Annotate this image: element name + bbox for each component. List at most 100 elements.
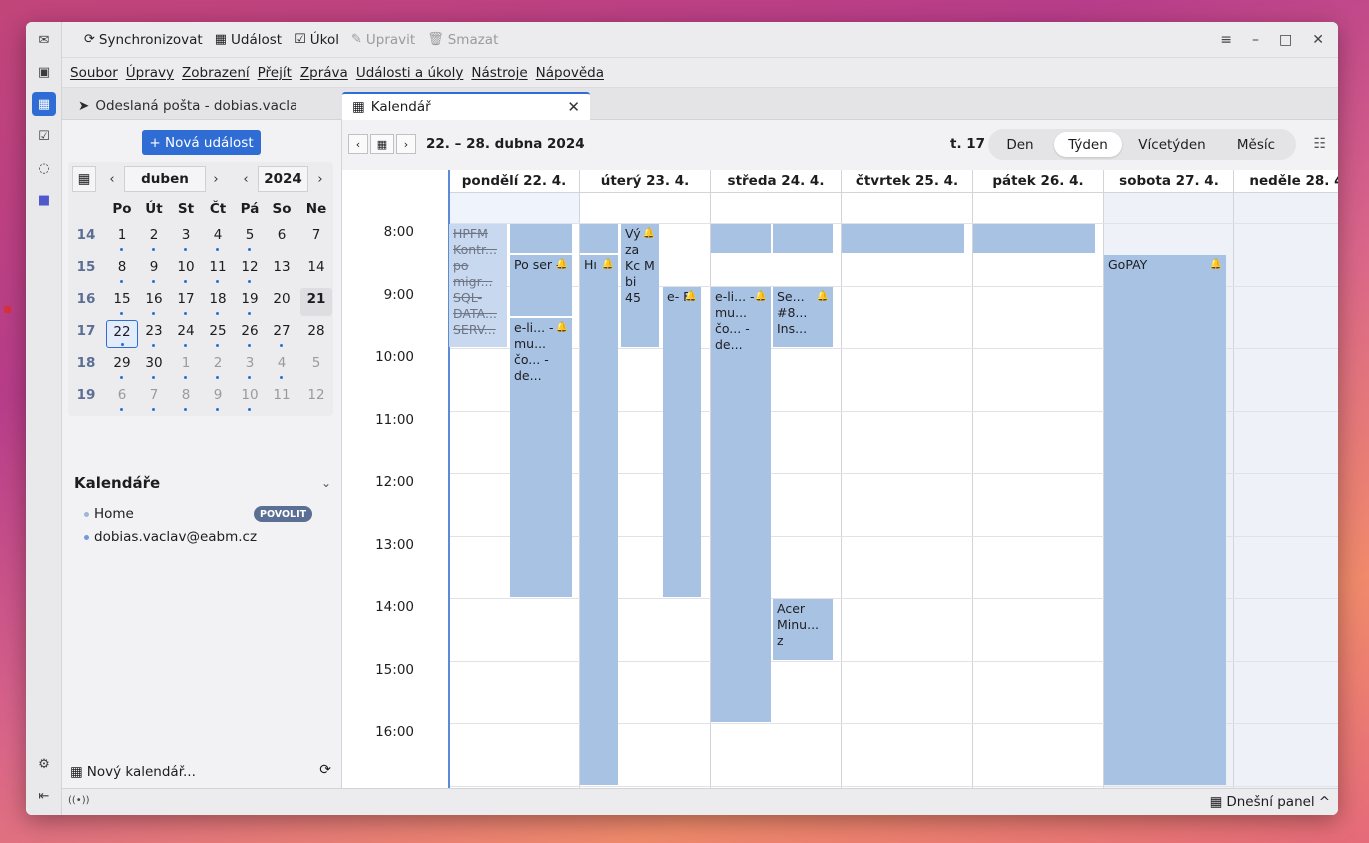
year-label[interactable]: 2024 bbox=[258, 166, 308, 192]
week-number-cell[interactable]: 16 bbox=[70, 288, 102, 316]
day-cell[interactable]: 30 bbox=[138, 352, 170, 380]
day-cell[interactable]: 8 bbox=[170, 384, 202, 412]
day-cell[interactable]: 15 bbox=[106, 288, 138, 316]
calendar-event[interactable]: Acer Minu... z bbox=[773, 599, 833, 660]
week-number-cell[interactable]: 19 bbox=[70, 384, 102, 412]
prev-month-icon[interactable]: ‹ bbox=[102, 166, 122, 192]
allday-cell[interactable] bbox=[710, 193, 841, 224]
day-cell[interactable]: 2 bbox=[138, 224, 170, 252]
day-cell[interactable]: 16 bbox=[138, 288, 170, 316]
settings-icon[interactable]: ⚙ bbox=[32, 752, 56, 776]
menu-tools[interactable]: Nástroje bbox=[471, 65, 527, 81]
day-header[interactable]: sobota 27. 4. bbox=[1103, 170, 1234, 193]
prev-week-icon[interactable]: ‹ bbox=[348, 134, 368, 154]
new-event-toolbar-button[interactable]: ▦ Událost bbox=[215, 32, 282, 48]
day-header[interactable]: pátek 26. 4. bbox=[972, 170, 1103, 193]
menu-go[interactable]: Přejít bbox=[258, 65, 292, 81]
day-cell[interactable]: 12 bbox=[300, 384, 332, 412]
calendar-event[interactable] bbox=[711, 224, 771, 253]
address-book-icon[interactable]: ▣ bbox=[32, 60, 56, 84]
calendar-event[interactable] bbox=[773, 224, 833, 253]
day-header[interactable]: pondělí 22. 4. bbox=[448, 170, 579, 193]
new-task-toolbar-button[interactable]: ☑ Úkol bbox=[294, 32, 339, 48]
week-number-cell[interactable]: 15 bbox=[70, 256, 102, 284]
day-cell[interactable]: 6 bbox=[106, 384, 138, 412]
day-cell[interactable]: 17 bbox=[170, 288, 202, 316]
day-cell[interactable]: 7 bbox=[138, 384, 170, 412]
calendar-event[interactable] bbox=[842, 224, 964, 253]
allday-cell[interactable] bbox=[972, 193, 1103, 224]
day-cell[interactable]: 1 bbox=[106, 224, 138, 252]
day-cell[interactable]: 5 bbox=[234, 224, 266, 252]
new-calendar-button[interactable]: ▦ Nový kalendář... bbox=[70, 764, 196, 780]
calendar-dobias[interactable]: dobias.vaclav@eabm.cz bbox=[84, 529, 257, 545]
collapse-icon[interactable]: ⇤ bbox=[32, 784, 56, 808]
sync-button[interactable]: ⟳ Synchronizovat bbox=[84, 32, 203, 48]
tab-calendar[interactable]: ▦ Kalendář ✕ bbox=[342, 92, 590, 120]
day-cell[interactable]: 3 bbox=[234, 352, 266, 380]
next-month-icon[interactable]: › bbox=[206, 166, 226, 192]
app-menu-icon[interactable]: ≡ bbox=[1220, 32, 1232, 48]
allday-cell[interactable] bbox=[579, 193, 710, 224]
day-cell[interactable]: 11 bbox=[266, 384, 298, 412]
menu-message[interactable]: Zpráva bbox=[300, 65, 348, 81]
view-options-icon[interactable]: ☷ bbox=[1313, 136, 1326, 152]
calendar-event[interactable] bbox=[580, 224, 618, 253]
day-cell[interactable]: 8 bbox=[106, 256, 138, 284]
week-number-cell[interactable]: 14 bbox=[70, 224, 102, 252]
minimize-icon[interactable]: – bbox=[1252, 32, 1259, 48]
day-cell[interactable]: 9 bbox=[202, 384, 234, 412]
calendar-event[interactable]: GoPAY 🔔 bbox=[1104, 255, 1226, 785]
day-header[interactable]: úterý 23. 4. bbox=[579, 170, 710, 193]
calendar-event[interactable]: e-li... - mu... čo... - de... 🔔 bbox=[711, 287, 771, 722]
calendar-event[interactable] bbox=[973, 224, 1095, 253]
day-cell[interactable]: 20 bbox=[266, 288, 298, 316]
week-number-cell[interactable]: 17 bbox=[70, 320, 102, 348]
next-week-icon[interactable]: › bbox=[396, 134, 416, 154]
view-day[interactable]: Den bbox=[992, 132, 1048, 157]
day-column[interactable] bbox=[841, 224, 972, 788]
week-number-cell[interactable]: 18 bbox=[70, 352, 102, 380]
today-panel-toggle[interactable]: ▦ Dnešní panel ^ bbox=[1210, 794, 1330, 810]
day-column[interactable] bbox=[972, 224, 1103, 788]
edit-button[interactable]: ✎ Upravit bbox=[351, 32, 415, 48]
close-tab-icon[interactable]: ✕ bbox=[567, 98, 580, 116]
today-button-icon[interactable]: ▦ bbox=[370, 134, 394, 154]
teams-icon[interactable]: ■ bbox=[32, 188, 56, 212]
day-cell[interactable]: 26 bbox=[234, 320, 266, 348]
day-cell[interactable]: 2 bbox=[202, 352, 234, 380]
tasks-icon[interactable]: ☑ bbox=[32, 124, 56, 148]
prev-year-icon[interactable]: ‹ bbox=[236, 166, 256, 192]
close-window-icon[interactable]: ✕ bbox=[1312, 32, 1324, 48]
day-cell[interactable]: 21 bbox=[300, 288, 332, 316]
today-icon[interactable]: ▦ bbox=[72, 166, 96, 192]
calendar-event[interactable]: Se... #8... Ins... 🔔 bbox=[773, 287, 833, 347]
allday-cell[interactable] bbox=[448, 193, 579, 224]
refresh-icon[interactable]: ⟳ bbox=[319, 762, 331, 778]
day-cell[interactable]: 18 bbox=[202, 288, 234, 316]
day-header[interactable]: čtvrtek 25. 4. bbox=[841, 170, 972, 193]
view-multiweek[interactable]: Vícetýden bbox=[1128, 132, 1216, 157]
calendar-event[interactable] bbox=[510, 224, 572, 253]
calendar-home[interactable]: Home bbox=[84, 506, 134, 522]
day-cell[interactable]: 4 bbox=[202, 224, 234, 252]
maximize-icon[interactable]: □ bbox=[1279, 32, 1292, 48]
day-header[interactable]: neděle 28. 4. bbox=[1233, 170, 1338, 193]
day-cell[interactable]: 5 bbox=[300, 352, 332, 380]
mail-icon[interactable]: ✉ bbox=[32, 28, 56, 52]
day-cell[interactable]: 7 bbox=[300, 224, 332, 252]
allday-cell[interactable] bbox=[1103, 193, 1234, 224]
calendar-event[interactable]: HPFM Kontr... po migr... SQL- DATA... SE… bbox=[449, 224, 507, 347]
menu-events-tasks[interactable]: Události a úkoly bbox=[356, 65, 464, 81]
menu-view[interactable]: Zobrazení bbox=[182, 65, 250, 81]
calendar-event[interactable]: e-li... - mu... čo... - de... 🔔 bbox=[510, 318, 572, 597]
day-cell[interactable]: 10 bbox=[170, 256, 202, 284]
day-cell[interactable]: 22 bbox=[106, 320, 138, 348]
day-cell[interactable]: 12 bbox=[234, 256, 266, 284]
day-column[interactable] bbox=[1233, 224, 1338, 788]
calendar-event[interactable]: Po ser - 🔔 bbox=[510, 255, 572, 316]
calendar-event[interactable]: Vý za Kc M bi 45 🔔 bbox=[621, 224, 659, 347]
new-event-button[interactable]: + Nová událost bbox=[142, 130, 261, 155]
day-header[interactable]: středa 24. 4. bbox=[710, 170, 841, 193]
delete-button[interactable]: 🗑 Smazat bbox=[427, 32, 498, 48]
